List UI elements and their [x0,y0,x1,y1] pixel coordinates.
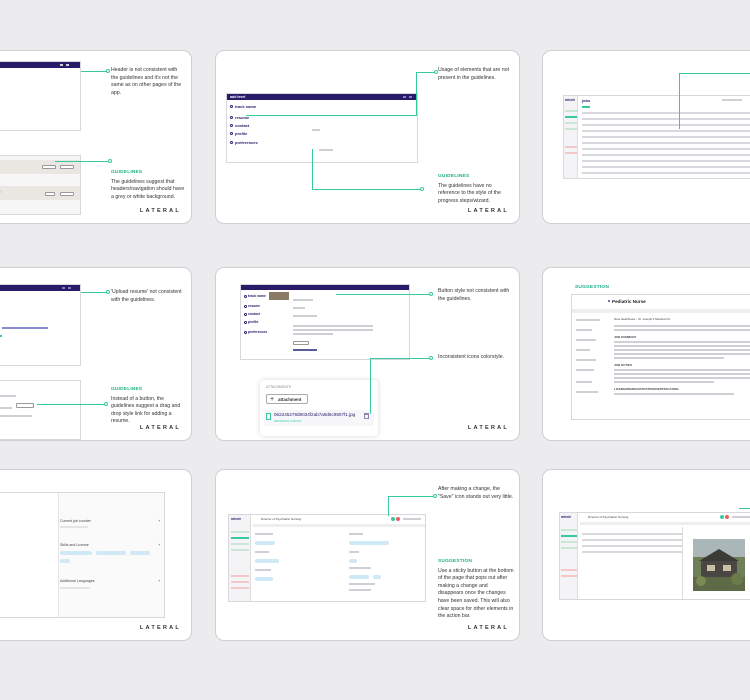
hospital-name: New Healthcare - St. Joseph's Medical Ct… [614,317,671,321]
attachment-panel: ATTACHMENTS + attachment 062245278d9034f… [260,380,378,436]
screenshot-add-level-dialog: add level track name resume contact prof… [226,93,418,163]
lateral-logo: LATERAL [139,208,181,214]
card-save-button: mindr Director of Psychiatric Nursing Af… [215,469,520,641]
nav-track-name[interactable]: track name [235,104,256,109]
trash-icon[interactable] [364,413,369,419]
note-guidelines-steps: GUIDELINES The guidelines have no refere… [438,174,501,204]
nav-preferences[interactable]: preferences [248,330,267,334]
file-name[interactable]: 062245278d9034f2ab7a9d6c9807f1.jpg [274,412,355,417]
card-suggestion-job: SUGGESTION Pediatric Nurse New Healthcar… [542,267,750,441]
nav-resume[interactable]: resume [248,304,260,308]
screenshot-director-edit: mindr Director of Psychiatric Nursing [228,514,426,602]
card-jobs-table: mindr jobs [542,50,750,224]
card-director-photo: mindr Director of Psychiatric Nursing [542,469,750,641]
screenshot-jobs: mindr jobs [563,95,750,179]
job-title: Pediatric Nurse [612,299,646,304]
plus-icon[interactable]: + [158,578,160,583]
note-elements: Usage of elements that are not present i… [438,67,509,81]
note-upload-inconsistent: 'Upload resume' not consistent with the … [111,289,182,303]
card-progress-steps: add level track name resume contact prof… [215,50,520,224]
card-skills: Current job counter + Skills and License… [0,469,192,641]
nav-contact[interactable]: contact [248,312,260,316]
house-photo [693,539,745,591]
page-title: Director of Psychiatric Nursing [588,515,629,519]
note-suggestion-sticky: SUGGESTION Use a sticky button at the bo… [438,559,514,620]
nav-profile[interactable]: profile [248,320,258,324]
plus-icon[interactable]: + [158,518,160,523]
screenshot-upload [0,284,81,366]
lateral-logo: LATERAL [467,425,509,431]
note-guidelines-upload: GUIDELINES Instead of a button, the guid… [111,387,181,425]
screenshot-attachment-dialog: track name resume contact profile prefer… [240,284,410,360]
section-job-summary: JOB SUMMARY [614,335,637,339]
nav-contact[interactable]: contact [235,123,249,128]
card-header-inconsistent: Header is not consistent with the guidel… [0,50,192,224]
section-licensure: LICENSURE/REGISTRATION/CERTIFICATION [614,387,679,391]
note-guidelines-header: GUIDELINES The guidelines suggest that h… [111,170,185,200]
lateral-logo: LATERAL [467,208,509,214]
card-upload-resume: 'Upload resume' not consistent with the … [0,267,192,441]
field-languages: Additional Languages [60,579,95,583]
file-row[interactable]: 062245278d9034f2ab7a9d6c9807f1.jpg 08/29… [264,410,374,426]
field-current-job: Current job counter [60,519,91,523]
suggestion-label: SUGGESTION [575,285,609,290]
page-title: jobs [582,98,591,103]
file-icon [266,413,271,420]
note-icon-colors: Inconsistent icons colorstyle. [438,354,505,360]
nav-profile[interactable]: profile [235,131,247,136]
plus-icon[interactable]: + [158,542,160,547]
nav-preferences[interactable]: preferences [235,140,258,145]
screenshot-director-photos: mindr Director of Psychiatric Nursing [559,512,750,600]
lateral-logo: LATERAL [139,425,181,431]
page-title: Director of Psychiatric Nursing [261,517,302,521]
screenshot-dropzone [0,380,81,440]
note-save-icon: After making a change, the "Save" icon s… [438,486,514,500]
screenshot-job-detail: Pediatric Nurse New Healthcare - St. Jos… [571,294,750,420]
attachments-label: ATTACHMENTS [266,385,291,389]
app-logo: mindr [231,517,241,521]
file-meta: 08/29/2019 4:28 PM [274,419,302,423]
lateral-logo: LATERAL [467,625,509,631]
nav-track-name[interactable]: track name [248,294,266,298]
lateral-logo: LATERAL [139,625,181,631]
card-attachment: track name resume contact profile prefer… [215,267,520,441]
app-logo: mindr [561,515,571,519]
app-logo: mindr [565,98,575,102]
plus-icon: + [270,396,275,403]
section-job-duties: JOB DUTIES [614,363,633,367]
screenshot-skills-form: Current job counter + Skills and License… [0,492,165,618]
note-header-inconsistent: Header is not consistent with the guidel… [111,67,182,96]
screenshot-header [0,61,81,131]
note-button-style: Button style not consistent with the gui… [438,288,510,302]
screenshot-header-grey: ...oad [0,155,81,215]
field-skills: Skills and License [60,543,89,547]
attachment-button[interactable]: + attachment [266,394,308,404]
dialog-title: add level [230,95,246,99]
